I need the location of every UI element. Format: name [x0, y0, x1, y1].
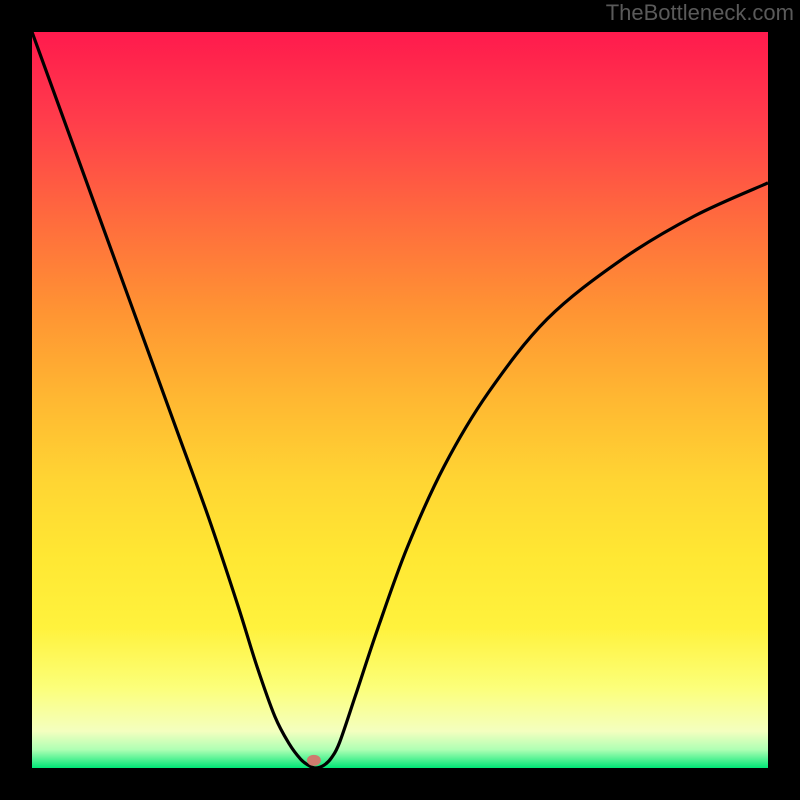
plot-area — [32, 32, 768, 768]
bottleneck-curve — [32, 32, 768, 768]
curve-layer — [32, 32, 768, 768]
chart-frame: TheBottleneck.com — [0, 0, 800, 800]
optimum-marker — [307, 755, 321, 766]
watermark-text: TheBottleneck.com — [606, 0, 794, 26]
